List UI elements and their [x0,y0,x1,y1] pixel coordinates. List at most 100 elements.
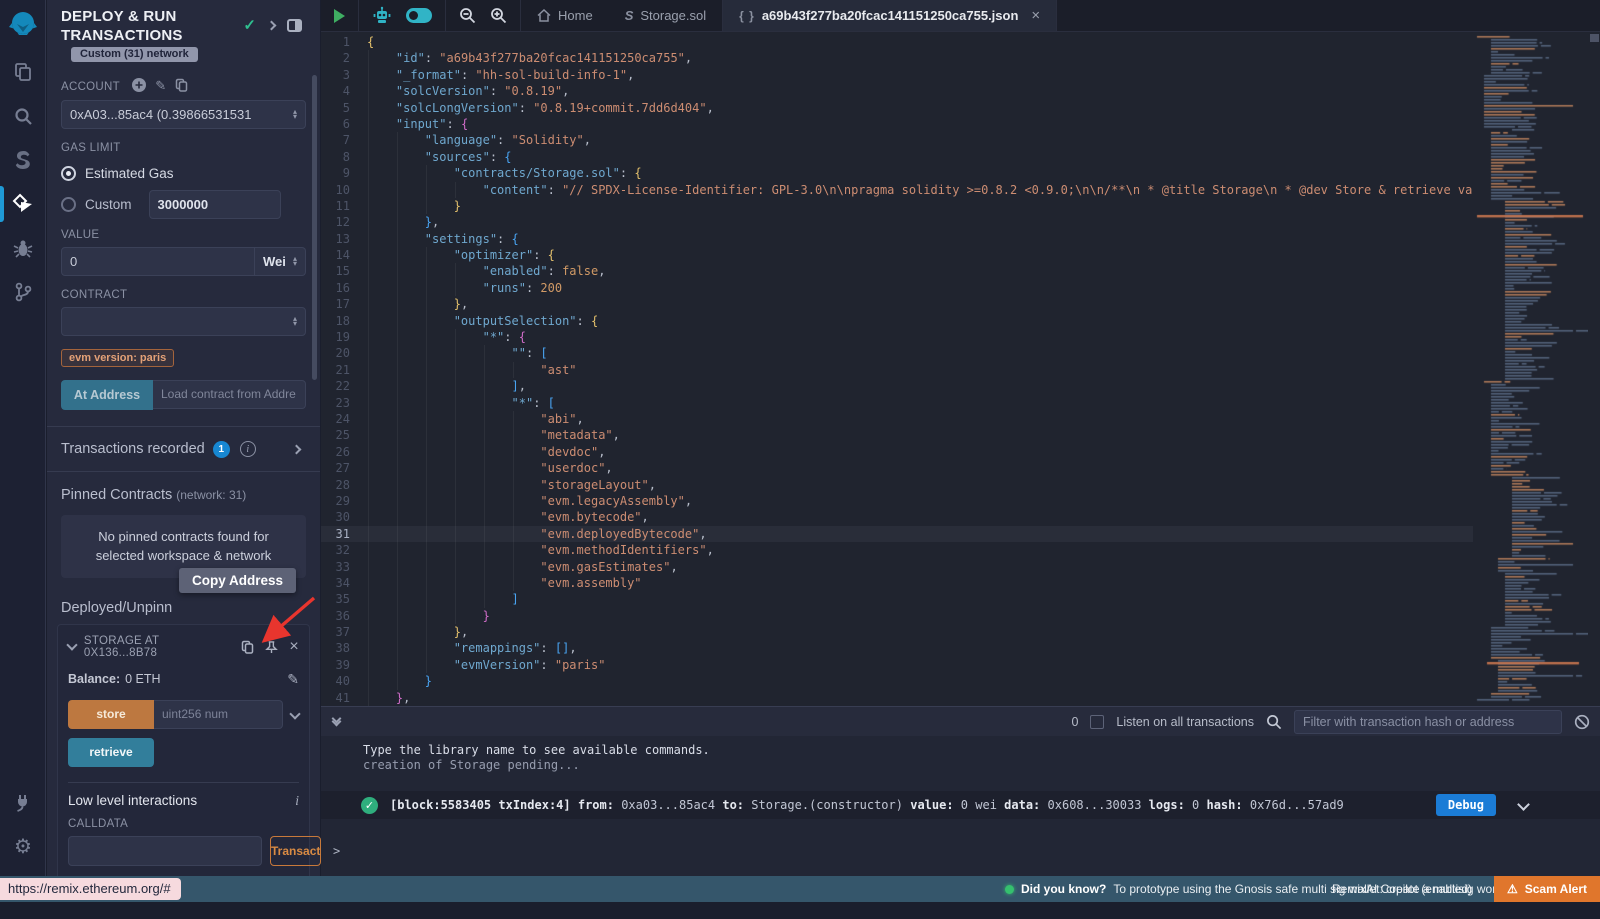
account-select[interactable]: 0xA03...85ac4 (0.39866531531 ▴▾ [61,100,306,129]
tab-home[interactable]: Home [521,0,609,31]
sidebar-item-debugger[interactable] [0,226,46,270]
code-line: 13 "settings": { [321,231,1473,247]
account-label: ACCOUNT ✎ [61,78,306,94]
terminal-prompt[interactable]: > [333,844,340,858]
store-arg-input[interactable]: uint256 num [154,700,283,729]
clear-console-icon[interactable] [1574,714,1590,730]
estimated-gas-text: Estimated Gas [85,166,174,181]
sidebar-item-git[interactable] [0,270,46,314]
transactions-count-badge: 1 [213,441,230,458]
json-file-icon: { } [739,9,755,23]
sidebar-item-file-explorer[interactable] [0,50,46,94]
info-icon[interactable]: i [295,793,299,809]
code-line: 19 "*": { [321,329,1473,345]
code-line: 35 ] [321,591,1473,607]
at-address-input[interactable]: Load contract from Addre [153,380,306,409]
close-tab-icon[interactable]: × [1031,7,1040,24]
git-branch-icon [14,282,33,302]
copilot-toggle[interactable] [406,8,432,23]
value-input[interactable] [61,247,255,276]
stepper-icon: ▴▾ [293,256,297,266]
pending-tx-count: 0 [1071,715,1078,729]
value-label: VALUE [61,229,306,241]
custom-gas-radio[interactable] [61,197,76,212]
transaction-log-row[interactable]: ✓ [block:5583405 txIndex:4] from: 0xa03.… [321,791,1600,819]
code-line: 30 "evm.bytecode", [321,509,1473,525]
debug-button[interactable]: Debug [1436,794,1496,816]
solidity-compiler-icon [14,150,32,170]
info-icon[interactable]: i [240,441,256,457]
code-line: 33 "evm.gasEstimates", [321,559,1473,575]
code-line: 8 "sources": { [321,149,1473,165]
sidebar-item-plugin-manager[interactable] [0,780,46,824]
store-button[interactable]: store [68,700,154,729]
custom-gas-input[interactable] [149,190,281,219]
sidebar-item-deploy-run[interactable] [0,182,46,226]
chevron-right-icon[interactable] [267,20,277,30]
transactions-recorded-row[interactable]: Transactions recorded 1 i [61,441,306,458]
estimated-gas-radio[interactable] [61,166,76,181]
sidebar-item-search[interactable] [0,94,46,138]
search-icon [14,107,33,126]
contract-instance-name: STORAGE AT 0X136...8B78 [84,635,233,659]
remix-logo-icon [8,10,38,40]
pin-panel-icon[interactable] [287,19,302,32]
expand-tx-icon[interactable] [1517,798,1530,811]
listen-all-label: Listen on all transactions [1116,715,1254,729]
code-line: 17 }, [321,296,1473,312]
ai-assistant-icon[interactable] [372,6,392,26]
sidebar-item-solidity-compiler[interactable] [0,138,46,182]
tab-build-info-json[interactable]: { } a69b43f277ba20fcac141151250ca755.jso… [722,0,1057,31]
edit-account-icon[interactable]: ✎ [155,78,166,94]
sidebar-item-settings[interactable]: ⚙ [0,824,46,868]
code-line: 40 } [321,673,1473,689]
zoom-in-icon[interactable] [490,7,507,24]
code-line: 23 "*": [ [321,395,1473,411]
calldata-input[interactable] [68,836,262,866]
filter-input[interactable] [1294,710,1562,734]
listen-all-checkbox[interactable] [1090,715,1104,729]
chevron-down-icon[interactable] [66,639,77,650]
plug-icon [14,793,33,812]
pinned-contracts-title: Pinned Contracts (network: 31) [61,487,306,503]
search-icon[interactable] [1266,714,1282,730]
chevron-right-icon[interactable] [292,444,302,454]
files-icon [13,62,33,82]
side-panel-scrollbar[interactable] [312,75,317,380]
deployed-contract-card: STORAGE AT 0X136...8B78 × Balance: 0 ETH… [57,624,310,881]
value-unit-select[interactable]: Wei ▴▾ [255,247,306,276]
transact-button[interactable]: Transact [270,836,321,866]
zoom-out-icon[interactable] [459,7,476,24]
collapse-terminal-icon[interactable] [333,719,340,725]
code-editor[interactable]: 1{2 "id": "a69b43f277ba20fcac141151250ca… [321,32,1600,706]
annotation-arrow [242,590,322,645]
deploy-run-panel: DEPLOY & RUN TRANSACTIONS ✓ Custom (31) … [47,0,320,876]
code-line: 24 "abi", [321,411,1473,427]
estimated-gas-option[interactable]: Estimated Gas [61,163,306,185]
code-line: 29 "evm.legacyAssembly", [321,493,1473,509]
code-line: 7 "language": "Solidity", [321,132,1473,148]
code-line: 21 "ast" [321,362,1473,378]
copilot-status[interactable]: RemixAI Copilot (enabled) [1332,876,1472,902]
expand-store-icon[interactable] [289,708,300,719]
at-address-button[interactable]: At Address [61,380,153,410]
scam-alert-badge[interactable]: ⚠ Scam Alert [1494,876,1600,902]
contract-select[interactable]: ▴▾ [61,307,306,336]
code-line: 38 "remappings": [], [321,640,1473,656]
terminal[interactable]: Type the library name to see available c… [321,736,1600,876]
code-line: 31 "evm.deployedBytecode", [321,526,1473,542]
link-preview: https://remix.ethereum.org/# [0,878,181,900]
editor-scrollbar[interactable] [1590,34,1599,42]
run-script-icon[interactable] [334,9,345,23]
retrieve-button[interactable]: retrieve [68,738,154,767]
custom-gas-option[interactable]: Custom [61,194,306,216]
code-line: 9 "contracts/Storage.sol": { [321,165,1473,181]
editor-topbar: Home S Storage.sol { } a69b43f277ba20fca… [321,0,1600,32]
code-line: 36 } [321,608,1473,624]
tab-storage-sol[interactable]: S Storage.sol [609,0,722,31]
evm-version-badge: evm version: paris [61,349,174,367]
add-account-icon[interactable] [132,78,146,92]
copy-account-icon[interactable] [175,78,188,92]
edit-icon[interactable]: ✎ [287,671,299,688]
minimap[interactable] [1473,32,1588,706]
